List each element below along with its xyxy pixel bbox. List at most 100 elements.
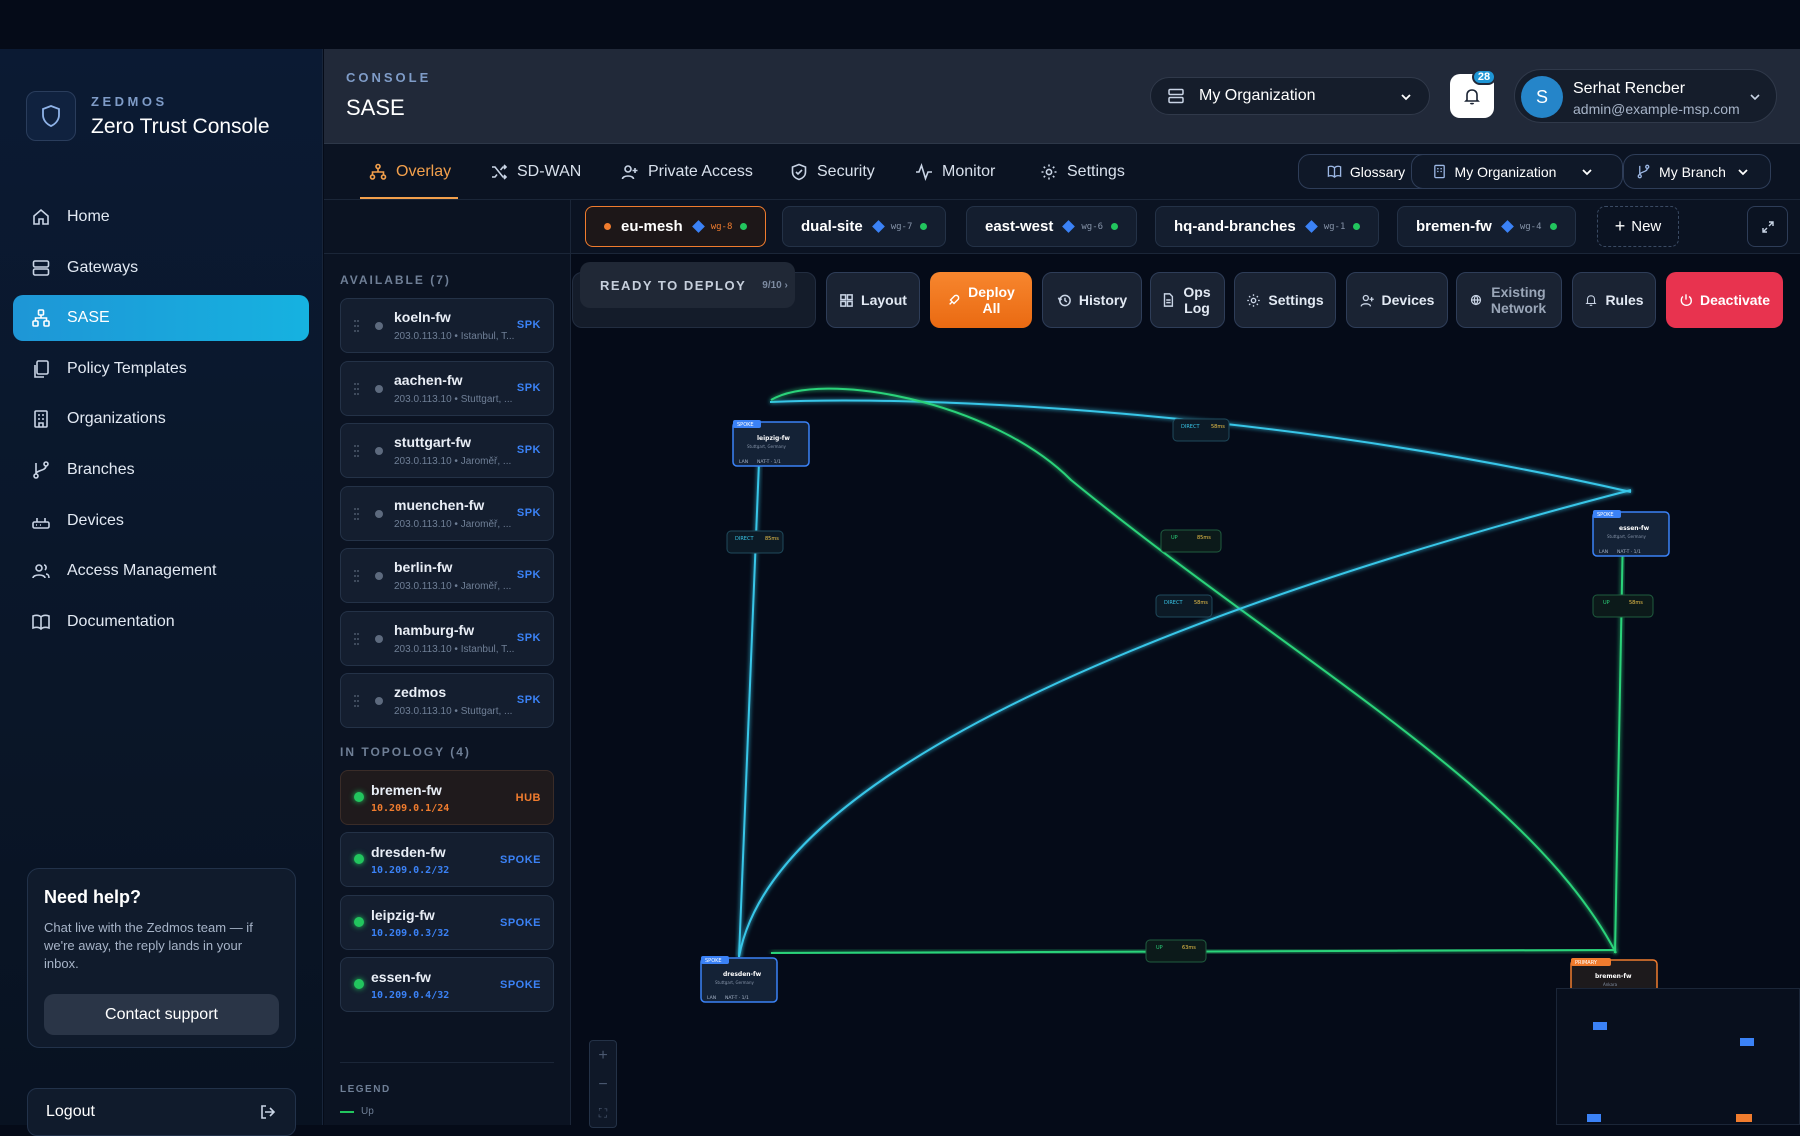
contact-support-button[interactable]: Contact support (44, 994, 279, 1035)
existing-network-button[interactable]: Existing Network (1456, 272, 1562, 328)
layout-button[interactable]: Layout (826, 272, 920, 328)
link-label[interactable]: DIRECT 58ms (1155, 594, 1213, 618)
topology-device-card[interactable]: dresden-fw 10.209.0.2/32 SPOKE (340, 832, 554, 887)
minimap-node (1740, 1038, 1754, 1046)
nav-item-branches[interactable]: Branches (13, 447, 309, 493)
link-label[interactable]: UP 58ms (1592, 594, 1654, 618)
link-label-latency: 58ms (1211, 424, 1225, 430)
tab-private-access[interactable]: Private Access (621, 144, 753, 200)
nav-label: Devices (67, 511, 124, 529)
diamond-icon (1062, 220, 1076, 233)
device-name: aachen-fw (394, 372, 463, 388)
active-tab-indicator (360, 197, 458, 199)
node-dresden-fw[interactable]: SPOKE dresden-fw Stuttgart, Germany LAN … (700, 956, 778, 1003)
device-name: essen-fw (371, 969, 431, 985)
drag-handle-icon[interactable] (354, 694, 359, 708)
available-device-card[interactable]: berlin-fw 203.0.113.10 • Jaroměř, ... SP… (340, 548, 554, 603)
org-context-select[interactable]: My Organization (1411, 154, 1623, 189)
link-label[interactable]: UP 63ms (1145, 939, 1207, 963)
drag-handle-icon[interactable] (354, 382, 359, 396)
help-title: Need help? (44, 887, 142, 907)
tab-settings[interactable]: Settings (1040, 144, 1125, 200)
node-lan: LAN (707, 995, 716, 1001)
drag-handle-icon[interactable] (354, 507, 359, 521)
available-device-card[interactable]: aachen-fw 203.0.113.10 • Stuttgart, ... … (340, 361, 554, 416)
overlay-tab-east-west[interactable]: east-west wg-6 (966, 206, 1138, 247)
overlay-tab-eu-mesh[interactable]: eu-mesh wg-8 (585, 206, 767, 247)
drag-handle-icon[interactable] (354, 569, 359, 583)
branch-context-select[interactable]: My Branch (1623, 154, 1771, 189)
tab-monitor[interactable]: Monitor (915, 144, 995, 200)
tab-sd-wan[interactable]: SD-WAN (490, 144, 581, 200)
history-button[interactable]: History (1042, 272, 1142, 328)
available-device-card[interactable]: stuttgart-fw 203.0.113.10 • Jaroměř, ...… (340, 423, 554, 478)
ops-log-button[interactable]: Ops Log (1150, 272, 1225, 328)
nav-item-organizations[interactable]: Organizations (13, 396, 309, 442)
expand-button[interactable] (1747, 206, 1788, 247)
bell-icon (1464, 89, 1480, 105)
device-name: zedmos (394, 684, 447, 700)
user-menu[interactable]: S Serhat Rencber admin@example-msp.com (1514, 69, 1777, 123)
deploy-all-label: Deploy All (968, 284, 1015, 316)
deploy-all-button[interactable]: Deploy All (930, 272, 1032, 328)
nav-item-home[interactable]: Home (13, 194, 309, 240)
device-meta: 203.0.113.10 • Jaroměř, ... (394, 581, 512, 592)
topology-graph[interactable]: DIRECT 58ms DIRECT 85ms UP 85ms DIRECT 5… (571, 200, 1800, 1125)
minimap-node (1593, 1022, 1607, 1030)
link-essen-bremen[interactable] (1614, 529, 1624, 954)
available-device-card[interactable]: zedmos 203.0.113.10 • Stuttgart, ... SPK (340, 673, 554, 728)
zoom-in-button[interactable]: + (590, 1041, 616, 1070)
devices-button[interactable]: Devices (1346, 272, 1448, 328)
topology-device-card[interactable]: essen-fw 10.209.0.4/32 SPOKE (340, 957, 554, 1012)
logout-button[interactable]: Logout (27, 1088, 296, 1136)
organization-select[interactable]: My Organization (1150, 77, 1430, 115)
tab-overlay[interactable]: Overlay (369, 144, 451, 200)
fit-view-button[interactable]: ⛶ (590, 1099, 616, 1128)
ready-to-deploy-panel[interactable]: READY TO DEPLOY 9/10 › (580, 262, 795, 308)
help-card: Need help? Chat live with the Zedmos tea… (27, 868, 296, 1048)
link-label[interactable]: DIRECT 58ms (1172, 418, 1230, 442)
drag-handle-icon[interactable] (354, 632, 359, 646)
overlay-tab-bremen-fw[interactable]: bremen-fw wg-4 (1397, 206, 1576, 247)
bell-icon (1585, 295, 1597, 306)
link-leipzig-essen[interactable] (769, 399, 1632, 493)
node-leipzig-fw[interactable]: SPOKE leipzig-fw Stuttgart, Germany LAN … (732, 420, 810, 467)
nav-item-devices[interactable]: Devices (13, 498, 309, 544)
link-dresden-essen[interactable] (738, 489, 1632, 958)
nav-item-sase[interactable]: SASE (13, 295, 309, 342)
overlay-tab-dual-site[interactable]: dual-site wg-7 (782, 206, 947, 247)
link-leipzig-bremen[interactable] (770, 387, 1617, 954)
drag-handle-icon[interactable] (354, 444, 359, 458)
node-essen-fw[interactable]: SPOKE essen-fw Stuttgart, Germany LAN NA… (1592, 510, 1670, 557)
overlay-tab-hq-and-branches[interactable]: hq-and-branches wg-1 (1155, 206, 1380, 247)
organization-select-value: My Organization (1199, 87, 1316, 104)
new-overlay-button[interactable]: + New (1597, 206, 1679, 247)
minimap[interactable] (1556, 988, 1800, 1125)
deactivate-button[interactable]: Deactivate (1666, 272, 1783, 328)
available-device-card[interactable]: koeln-fw 203.0.113.10 • Istanbul, T... S… (340, 298, 554, 353)
available-device-card[interactable]: hamburg-fw 203.0.113.10 • Istanbul, T...… (340, 611, 554, 666)
nav-item-documentation[interactable]: Documentation (13, 599, 309, 645)
overlay-wg: wg-4 (1519, 221, 1542, 232)
node-location: Stuttgart, Germany (747, 444, 787, 449)
nav-item-gateways[interactable]: Gateways (13, 245, 309, 291)
tab-security[interactable]: Security (790, 144, 875, 200)
nav-item-policy-templates[interactable]: Policy Templates (13, 346, 309, 392)
available-device-card[interactable]: muenchen-fw 203.0.113.10 • Jaroměř, ... … (340, 486, 554, 541)
topology-device-card[interactable]: leipzig-fw 10.209.0.3/32 SPOKE (340, 895, 554, 950)
overlay-wg: wg-7 (890, 221, 913, 232)
link-label[interactable]: DIRECT 85ms (726, 530, 784, 554)
deactivate-label: Deactivate (1699, 292, 1771, 308)
role-tag: HUB (515, 792, 541, 804)
zoom-out-button[interactable]: − (590, 1070, 616, 1099)
role-tag: SPK (516, 319, 541, 331)
drag-handle-icon[interactable] (354, 319, 359, 333)
nav-item-access-management[interactable]: Access Management (13, 548, 309, 594)
overlay-settings-button[interactable]: Settings (1234, 272, 1336, 328)
rules-button[interactable]: Rules (1572, 272, 1656, 328)
link-label[interactable]: UP 85ms (1160, 529, 1222, 553)
topology-device-card[interactable]: bremen-fw 10.209.0.1/24 HUB (340, 770, 554, 825)
legend-item-up: Up (340, 1106, 374, 1117)
topology-canvas[interactable]: DIRECT 58ms DIRECT 85ms UP 85ms DIRECT 5… (571, 200, 1800, 1125)
ready-label: READY TO DEPLOY (600, 277, 747, 293)
